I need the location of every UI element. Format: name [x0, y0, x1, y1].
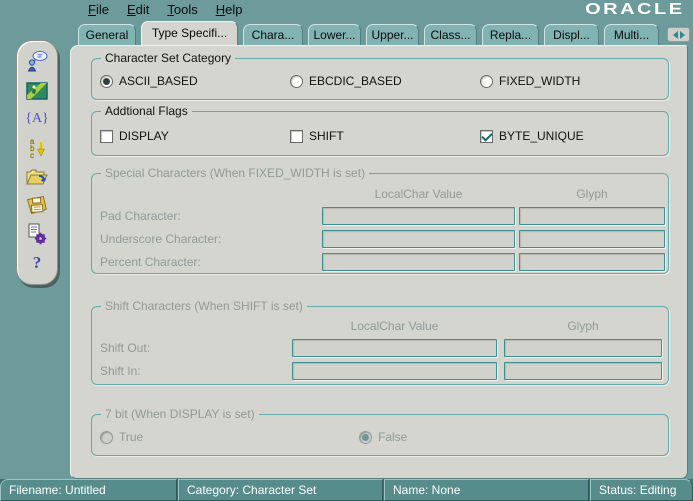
- radio-icon: [100, 430, 113, 444]
- radio-icon: [480, 74, 493, 88]
- status-filename: Filename: Untitled: [0, 479, 177, 501]
- column-header-localchar: LocalChar Value: [350, 319, 439, 333]
- radio-true[interactable]: True: [100, 430, 143, 444]
- checkbox-display[interactable]: DISPLAY: [100, 129, 169, 143]
- pad-character-glyph-field[interactable]: [519, 207, 665, 225]
- percent-character-glyph-field[interactable]: [519, 253, 665, 271]
- shift-out-glyph-field[interactable]: [504, 339, 662, 357]
- underscore-character-glyph-field[interactable]: [519, 230, 665, 248]
- group-title: Shift Characters (When SHIFT is set): [101, 299, 307, 313]
- linguistic-sort-icon[interactable]: a b c: [25, 136, 49, 160]
- radio-fixed-width[interactable]: FIXED_WIDTH: [480, 74, 580, 88]
- radio-ebcdic-based[interactable]: EBCDIC_BASED: [290, 74, 402, 88]
- tab-general[interactable]: General: [78, 24, 136, 45]
- radio-icon: [290, 74, 303, 88]
- group-title: Addtional Flags: [101, 104, 192, 118]
- percent-character-label: Percent Character:: [100, 255, 201, 269]
- tab-type-specific[interactable]: Type Specifi...: [141, 21, 238, 45]
- radio-icon: [100, 74, 113, 88]
- menu-tools[interactable]: Tools: [167, 2, 197, 17]
- view-locale-map-icon[interactable]: [25, 79, 49, 103]
- group-title: Special Characters (When FIXED_WIDTH is …: [101, 166, 370, 180]
- scroll-right-icon: [679, 30, 685, 39]
- checkbox-icon: [100, 129, 113, 143]
- checkbox-shift[interactable]: SHIFT: [290, 129, 344, 143]
- help-icon[interactable]: ?: [25, 251, 49, 275]
- save-file-icon[interactable]: [25, 194, 49, 218]
- underscore-character-localchar-field[interactable]: [322, 230, 515, 248]
- shift-out-label: Shift Out:: [100, 341, 151, 355]
- tab-bar: General Type Specifi... Chara... Lower..…: [78, 21, 690, 45]
- menu-bar: File Edit Tools Help ORACLE: [0, 0, 693, 21]
- shift-out-localchar-field[interactable]: [292, 339, 497, 357]
- radio-false[interactable]: False: [359, 430, 407, 444]
- column-header-localchar: LocalChar Value: [374, 187, 463, 201]
- status-name: Name: None: [384, 479, 589, 501]
- tab-multi[interactable]: Multi...: [604, 24, 659, 45]
- generate-nlb-icon[interactable]: [25, 222, 49, 246]
- tab-display[interactable]: Displ...: [544, 24, 599, 45]
- tab-replacement[interactable]: Repla...: [482, 24, 539, 45]
- group-additional-flags: Addtional Flags DISPLAY SHIFT BYTE_UNIQU…: [91, 104, 669, 156]
- status-editing: Status: Editing: [590, 479, 693, 501]
- group-title: Character Set Category: [101, 51, 236, 65]
- group-character-set-category: Character Set Category ASCII_BASED EBCDI…: [91, 51, 669, 100]
- group-shift-characters: Shift Characters (When SHIFT is set) Loc…: [91, 299, 669, 385]
- status-bar: Filename: Untitled Category: Character S…: [0, 479, 693, 501]
- group-seven-bit: 7 bit (When DISPLAY is set) True False: [91, 407, 669, 456]
- group-title: 7 bit (When DISPLAY is set): [101, 407, 259, 421]
- status-category: Category: Character Set: [178, 479, 383, 501]
- shift-in-label: Shift In:: [100, 364, 141, 378]
- pad-character-label: Pad Character:: [100, 209, 181, 223]
- new-language-wizard-icon[interactable]: [25, 50, 49, 74]
- underscore-character-label: Underscore Character:: [100, 232, 222, 246]
- checkbox-check-icon: [480, 129, 493, 143]
- menu-edit[interactable]: Edit: [127, 2, 149, 17]
- pad-character-localchar-field[interactable]: [322, 207, 515, 225]
- tab-character[interactable]: Chara...: [243, 24, 303, 45]
- type-specific-panel: Character Set Category ASCII_BASED EBCDI…: [70, 45, 688, 479]
- svg-text:c: c: [30, 151, 34, 160]
- menu-file[interactable]: File: [88, 2, 109, 17]
- tab-uppercase[interactable]: Upper...: [366, 24, 419, 45]
- percent-character-localchar-field[interactable]: [322, 253, 515, 271]
- column-header-glyph: Glyph: [567, 319, 599, 333]
- open-file-icon[interactable]: [25, 165, 49, 189]
- tab-classification[interactable]: Class...: [424, 24, 477, 45]
- shift-in-localchar-field[interactable]: [292, 362, 497, 380]
- checkbox-icon: [290, 129, 303, 143]
- shift-in-glyph-field[interactable]: [504, 362, 662, 380]
- oracle-logo: ORACLE: [585, 1, 685, 18]
- group-special-characters: Special Characters (When FIXED_WIDTH is …: [91, 166, 669, 274]
- oracle-locale-builder-window: File Edit Tools Help ORACLE General Type…: [0, 0, 693, 501]
- character-set-icon[interactable]: {A}: [25, 107, 49, 131]
- scroll-left-icon: [672, 30, 678, 39]
- checkbox-byte-unique[interactable]: BYTE_UNIQUE: [480, 129, 584, 143]
- radio-ascii-based[interactable]: ASCII_BASED: [100, 74, 198, 88]
- menu-help[interactable]: Help: [216, 2, 243, 17]
- tab-scroll-arrows[interactable]: [667, 27, 690, 42]
- column-header-glyph: Glyph: [576, 187, 608, 201]
- radio-icon: [359, 430, 372, 444]
- toolbar: {A} a b c ?: [16, 40, 58, 285]
- tab-lowercase[interactable]: Lower...: [308, 24, 361, 45]
